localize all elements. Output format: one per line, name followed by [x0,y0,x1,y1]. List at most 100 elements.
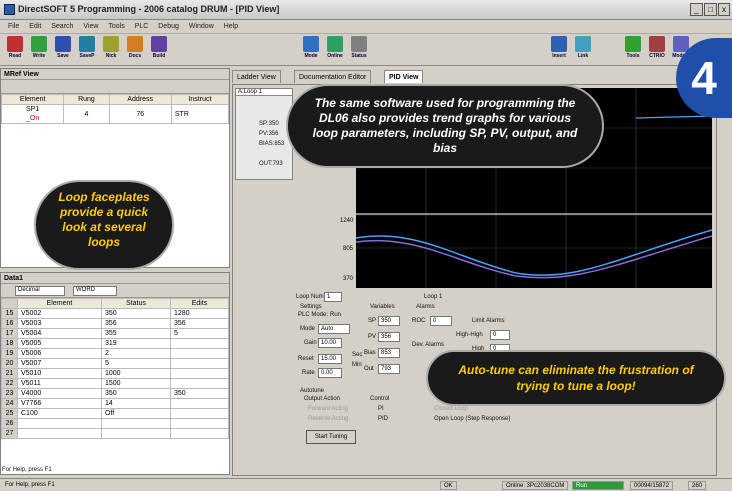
bias-field[interactable]: 853 [378,348,400,358]
table-row[interactable]: 22 V5011 1500 [1,378,230,389]
sec-radio-label[interactable]: Sec [352,352,362,358]
table-row[interactable]: SP1 _On 4 76 STR [0,104,230,124]
save-icon [55,36,71,52]
menu-plc[interactable]: PLC [135,20,149,34]
data-cell-ed[interactable]: 5 [169,328,230,339]
status-button[interactable]: Status [348,36,370,64]
data-cell-ed[interactable] [169,398,230,409]
mode-button[interactable]: Mode [300,36,322,64]
menu-edit[interactable]: Edit [29,20,41,34]
gain-field[interactable]: 10.00 [318,338,342,348]
savep-button[interactable]: SaveP [76,36,98,64]
tab-documentation-editor[interactable]: Documentation Editor [294,70,372,83]
insert-button[interactable]: Insert [548,36,570,64]
status-help: For Help, press F1 [5,482,55,488]
menu-window[interactable]: Window [189,20,214,34]
tab-ladder-view[interactable]: Ladder View [232,70,281,83]
type-select[interactable]: WORD [73,286,117,296]
data-cell-el: V5004 [17,328,102,339]
menu-tools[interactable]: Tools [108,20,124,34]
limit-alarms-checkbox[interactable]: Limit Alarms [472,318,505,324]
docs-button[interactable]: Docs [124,36,146,64]
pid-radio[interactable]: PID [378,416,388,422]
write-button[interactable]: Write [28,36,50,64]
loop-title: Loop 1 [424,294,443,300]
data-cell-n: 17 [1,328,18,339]
start-tuning-button[interactable]: Start Tuning [306,430,356,444]
pi-radio[interactable]: PI [378,406,384,412]
rate-field[interactable]: 0.00 [318,368,342,378]
mref-title: MRef View [1,69,229,80]
loop-num-field[interactable]: 1 [324,292,342,302]
roc-checkbox-label[interactable]: ROC [412,318,425,324]
menu-file[interactable]: File [8,20,19,34]
menu-debug[interactable]: Debug [158,20,179,34]
loop-faceplate[interactable]: A:Loop 1 SP:350 PV:356 BIAS:853 OUT:793 [235,88,293,180]
online-button[interactable]: Online [324,36,346,64]
data-cell-ed[interactable]: 1280 [169,308,230,319]
close-button[interactable]: x [718,3,730,16]
faceplate-bias: BIAS:853 [259,141,285,147]
table-row[interactable]: 20 V5007 5 [1,358,230,369]
reset-label: Reset [298,356,314,362]
dev-alarms-checkbox[interactable]: Dev. Alarms [412,342,444,348]
tools-button[interactable]: Tools [622,36,644,64]
table-row[interactable]: 24 V7766 14 [1,398,230,409]
table-row[interactable]: 26 [1,418,230,429]
data-cell-ed[interactable] [169,348,230,359]
data-cell-ed[interactable] [169,358,230,369]
minimize-button[interactable]: _ [690,3,703,16]
table-row[interactable]: 21 V5010 1000 [1,368,230,379]
loop-num-label: Loop Num: [296,294,326,300]
min-radio-label[interactable]: Min [352,362,362,368]
app-icon [4,4,15,15]
mode-select[interactable]: Auto [318,324,350,334]
ctrio-button[interactable]: CTRIO [646,36,668,64]
data-cell-ed[interactable] [169,428,230,439]
out-trend-line [355,235,713,279]
pv-label: PV [368,334,377,340]
data-cell-ed[interactable] [169,418,230,429]
tab-pid-view[interactable]: PID View [384,70,424,83]
menu-bar: File Edit Search View Tools PLC Debug Wi… [0,20,732,34]
menu-view[interactable]: View [83,20,98,34]
read-button[interactable]: Read [4,36,26,64]
link-button[interactable]: Link [572,36,594,64]
format-select[interactable]: Decimal [15,286,65,296]
roc-field[interactable]: 0 [430,316,452,326]
table-row[interactable]: 18 V5005 319 [1,338,230,349]
table-row[interactable]: 17 V5004 355 5 [1,328,230,339]
closed-loop-radio[interactable]: Closed Loop [434,406,468,412]
data-cell-ed[interactable] [169,378,230,389]
maximize-button[interactable]: □ [704,3,717,16]
table-row[interactable]: 19 V5006 2 [1,348,230,359]
pv-field[interactable]: 356 [378,332,400,342]
open-loop-radio[interactable]: Open Loop (Step Response) [434,416,510,422]
menu-help[interactable]: Help [224,20,238,34]
sp-field[interactable]: 350 [378,316,400,326]
data-cell-ed[interactable]: 356 [169,318,230,329]
save-button[interactable]: Save [52,36,74,64]
reset-field[interactable]: 15.00 [318,354,342,364]
table-row[interactable]: 25 C100 Off [1,408,230,419]
table-row[interactable]: 23 V4000 350 350 [1,388,230,399]
data-cell-ed[interactable] [169,338,230,349]
high-high-field[interactable]: 0 [490,330,510,340]
data-col-status: Status [100,298,171,309]
status-online: Online: 3Pc2038COM [502,481,569,490]
table-row[interactable]: 16 V5003 356 356 [1,318,230,329]
data-cell-ed[interactable]: 350 [169,388,230,399]
table-row[interactable]: 15 V5002 350 1280 [1,308,230,319]
menu-search[interactable]: Search [51,20,73,34]
nick-button[interactable]: Nick [100,36,122,64]
forward-acting-radio[interactable]: Forward Acting [308,406,348,412]
read-icon [7,36,23,52]
savep-icon [79,36,95,52]
data-cell-ed[interactable] [169,408,230,419]
table-row[interactable]: 27 [1,428,230,439]
reverse-acting-radio[interactable]: Reverse Acting [308,416,348,422]
data-col-edits: Edits [169,298,230,309]
data-cell-ed[interactable] [169,368,230,379]
build-button[interactable]: Build [148,36,170,64]
out-field[interactable]: 793 [378,364,400,374]
